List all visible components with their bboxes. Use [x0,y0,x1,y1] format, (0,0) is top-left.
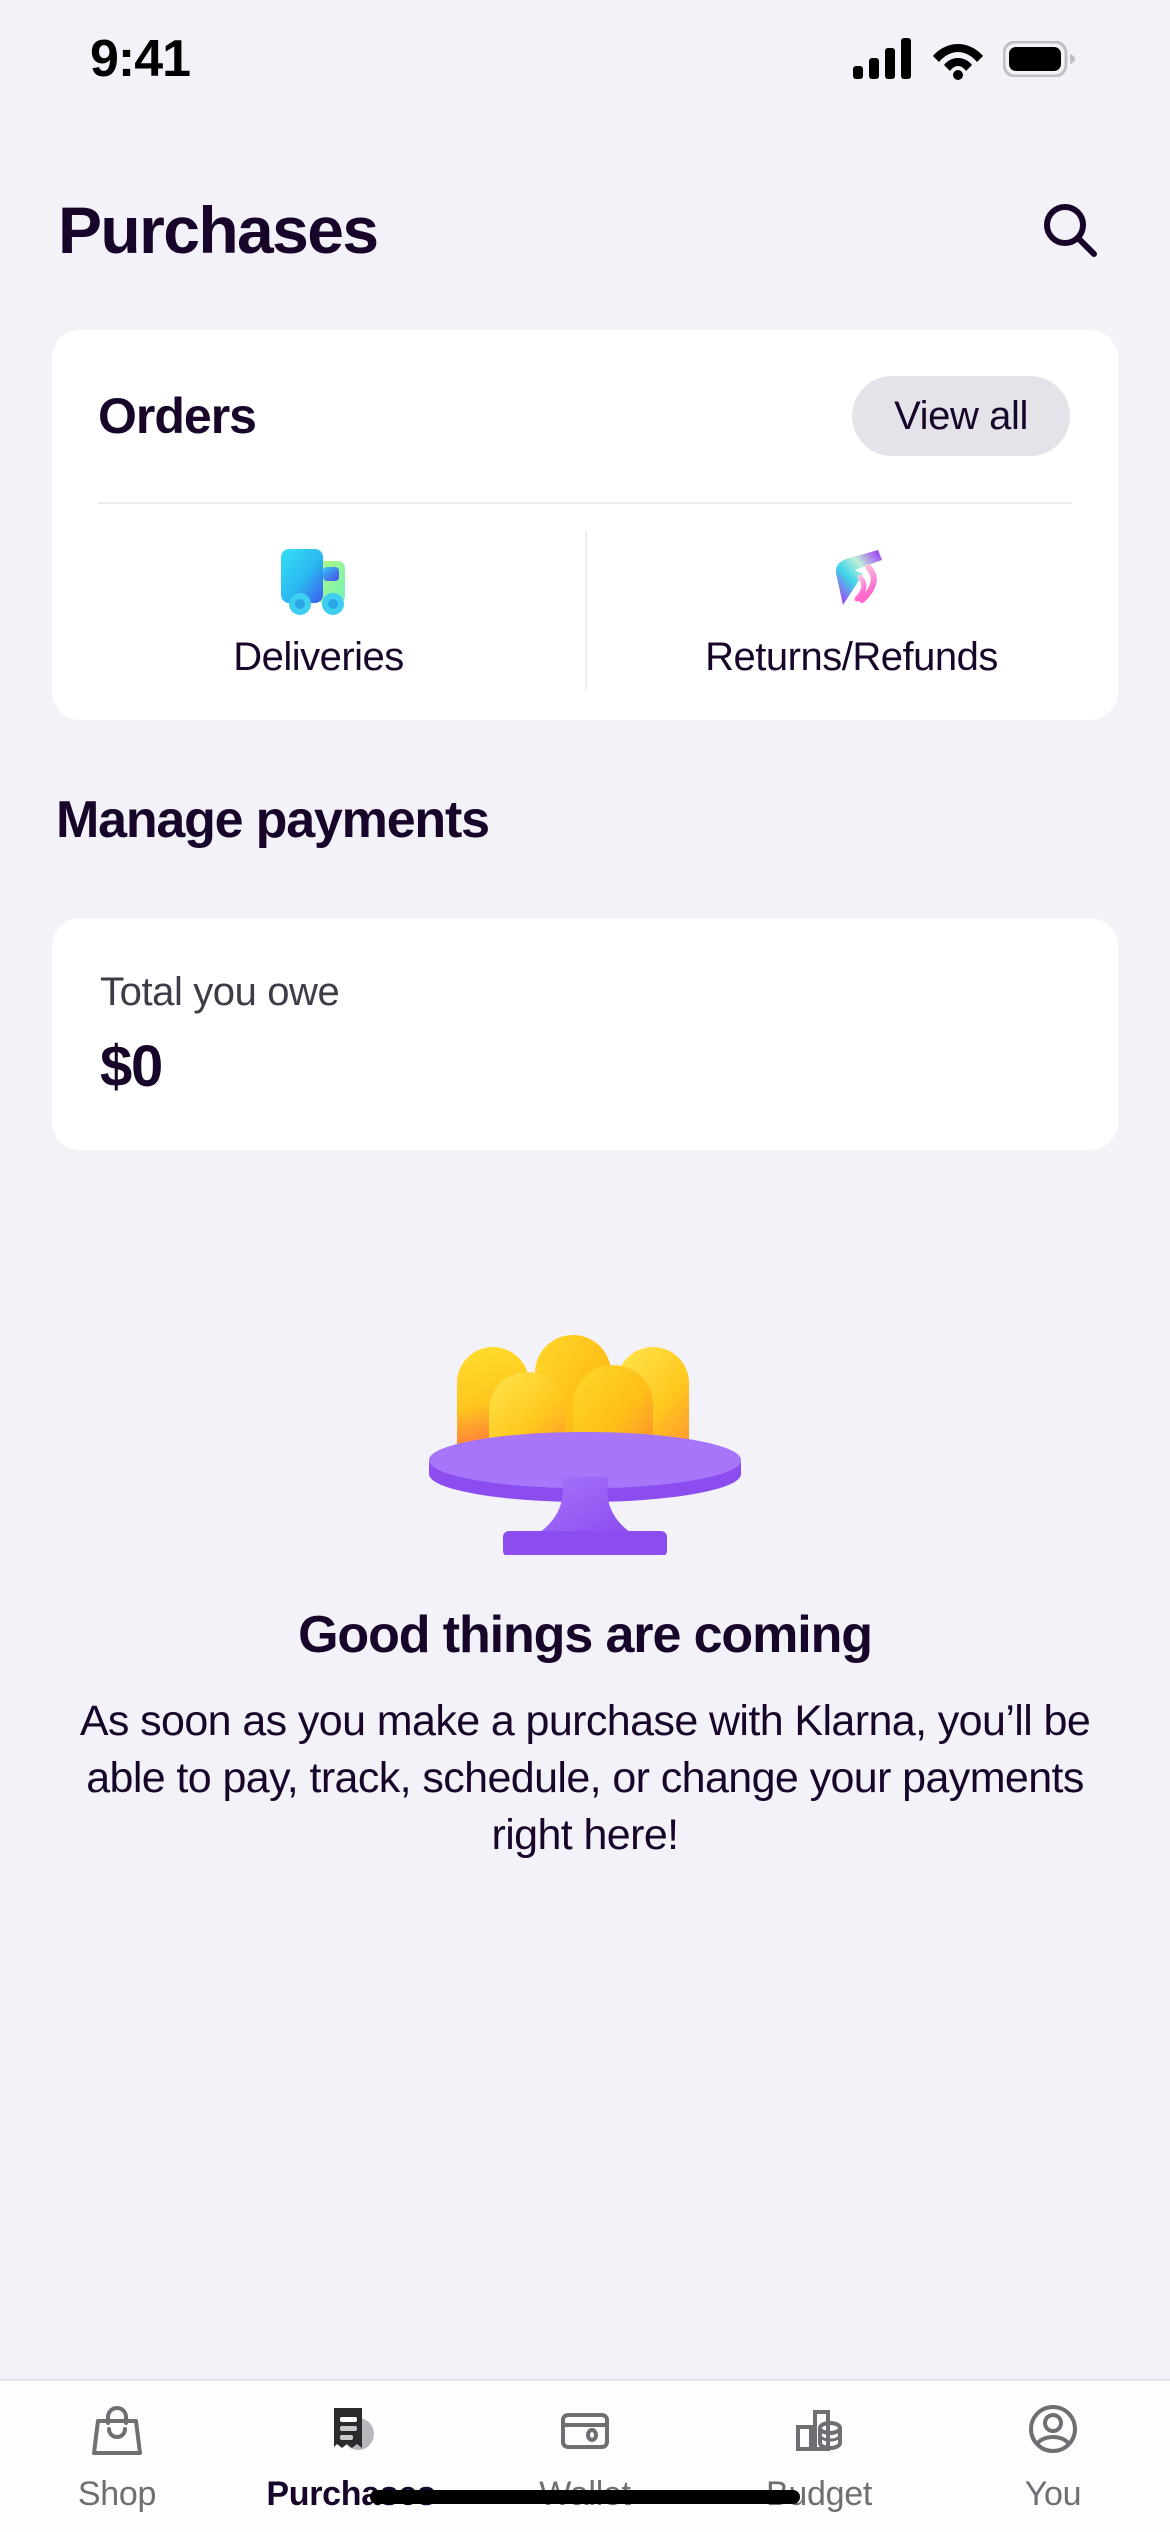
boomerang-return-icon [806,543,898,621]
status-bar: 9:41 [0,0,1170,100]
tab-shop[interactable]: Shop [0,2399,234,2514]
tab-label: Shop [77,2475,157,2513]
status-bar-indicators [853,38,1075,80]
empty-state-title: Good things are coming [298,1606,873,1664]
receipt-icon [320,2399,382,2461]
empty-state-body: As soon as you make a purchase with Klar… [79,1697,1091,1859]
jelly-pudding-on-stand-icon [429,1335,741,1555]
total-you-owe-amount: $0 [100,1034,163,1099]
orders-tiles: Deliveries Returns/Refunds [52,504,1118,718]
tab-label: You [1024,2475,1082,2513]
orders-card-header: Orders View all [52,330,1118,502]
page-title: Purchases [58,193,379,267]
search-button[interactable] [1030,190,1110,270]
orders-tile-returns-refunds[interactable]: Returns/Refunds [585,504,1118,718]
orders-title: Orders [98,388,257,444]
home-indicator[interactable] [370,2490,800,2504]
wallet-icon [554,2399,616,2461]
wifi-icon [933,44,983,80]
shopping-bag-icon [86,2399,148,2461]
orders-card: Orders View all Deliveries Returns/Refun… [52,330,1118,720]
person-circle-icon [1022,2399,1084,2461]
view-all-button[interactable]: View all [852,376,1070,456]
orders-tile-deliveries[interactable]: Deliveries [52,504,585,718]
tab-you[interactable]: You [936,2399,1170,2514]
battery-icon [1003,41,1075,77]
bar-chart-coins-icon [788,2399,850,2461]
orders-tile-label: Deliveries [233,634,404,679]
total-you-owe-card: Total you owe $0 [52,918,1118,1150]
cellular-signal-icon [853,38,911,79]
page-header: Purchases [0,160,1170,300]
empty-state: Good things are coming As soon as you ma… [0,1255,1170,1863]
search-icon [1044,204,1097,257]
orders-tile-label: Returns/Refunds [705,634,998,679]
bottom-tab-bar: Shop Purchases Wallet [0,2379,1170,2532]
status-bar-time: 9:41 [90,30,191,88]
delivery-truck-icon [273,543,365,621]
manage-payments-heading: Manage payments [56,791,490,849]
total-you-owe-label: Total you owe [100,970,340,1014]
